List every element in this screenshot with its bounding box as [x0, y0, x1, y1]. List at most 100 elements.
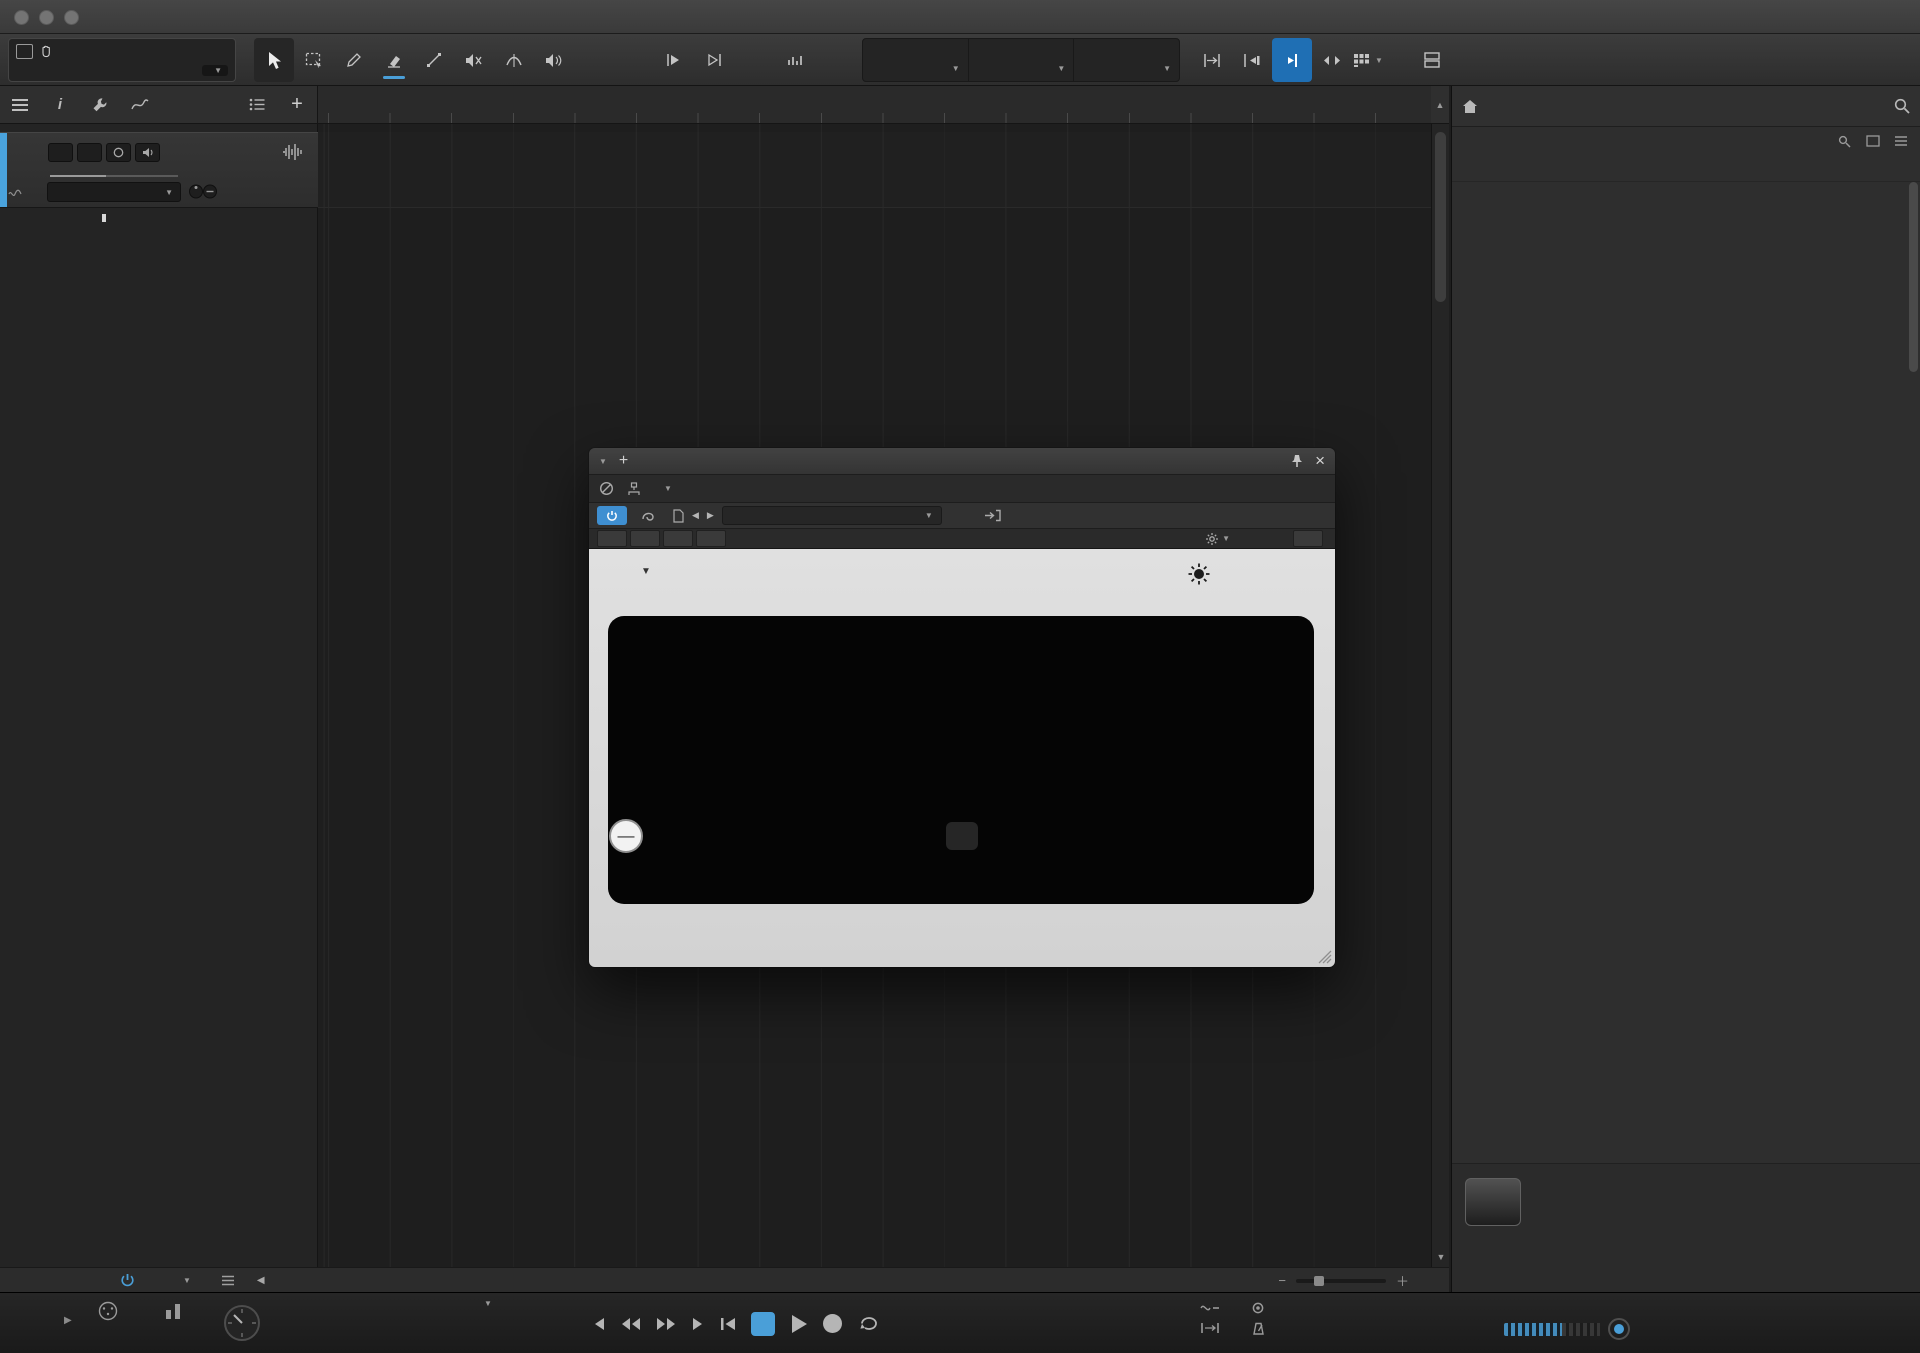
track-input-dropdown[interactable]: ▼ [47, 182, 181, 202]
track-mute-button[interactable] [48, 143, 73, 162]
main-time-display[interactable]: ▼ [398, 1297, 578, 1309]
plugin-slot-dropdown[interactable]: ▼ [654, 484, 672, 493]
fft-size-dropdown[interactable]: ▼ [615, 566, 651, 577]
transport-expand-icon[interactable]: ▶ [64, 1315, 72, 1326]
arrow-tool-button[interactable] [254, 38, 294, 82]
precount-icon[interactable] [1200, 1302, 1220, 1314]
midi-indicator[interactable] [82, 1301, 134, 1321]
snap-to-grid-button[interactable] [1192, 38, 1232, 82]
record-button[interactable] [823, 1314, 842, 1333]
snap-relative-button[interactable] [1232, 38, 1272, 82]
gear-icon[interactable] [1205, 532, 1219, 546]
add-track-button[interactable]: + [277, 93, 317, 116]
panel-view-icon[interactable] [1866, 135, 1880, 147]
spectral-display[interactable] [608, 616, 1314, 904]
scroll-down-icon[interactable]: ▼ [1432, 1247, 1450, 1267]
track-waveform-icon[interactable] [282, 143, 304, 161]
add-insert-icon[interactable]: + [619, 452, 628, 470]
play-button[interactable] [790, 1314, 808, 1334]
window-menu-icon[interactable]: ▼ [599, 457, 607, 466]
listen-tool-button[interactable] [534, 38, 574, 82]
footer-list-icon[interactable] [221, 1275, 235, 1286]
minimize-window-icon[interactable] [39, 10, 54, 25]
plugin-power-button[interactable] [597, 506, 627, 525]
plugin-window[interactable]: ▼ + × ▼ [589, 448, 1335, 967]
compare-button[interactable] [630, 530, 660, 547]
home-icon[interactable] [1462, 99, 1478, 114]
resize-handle-icon[interactable] [1318, 950, 1332, 964]
loop-locators[interactable] [958, 1300, 966, 1346]
search-icon[interactable] [1894, 98, 1910, 114]
close-icon[interactable]: × [1315, 451, 1325, 471]
return-to-start-button[interactable] [720, 1317, 736, 1331]
click-toggle[interactable] [1608, 1318, 1630, 1340]
macro-value-dropdown[interactable]: ▼ [202, 65, 228, 76]
vertical-scrollbar[interactable]: ▼ [1431, 124, 1449, 1267]
zoom-slider[interactable] [1296, 1279, 1386, 1283]
snap-dropdown[interactable]: ▼ [1074, 39, 1179, 81]
footer-back-icon[interactable]: ◀ [257, 1275, 265, 1286]
mode-selector[interactable] [946, 822, 978, 850]
close-window-icon[interactable] [14, 10, 29, 25]
preset-dropdown[interactable]: ▼ [722, 506, 942, 525]
scroll-up-icon[interactable]: ▲ [1431, 86, 1449, 124]
track-pan-knob[interactable] [188, 183, 218, 200]
autoscroll-button[interactable] [654, 38, 694, 82]
prev-preset-icon[interactable]: ◀ [692, 510, 699, 521]
bypass-icon[interactable] [599, 481, 614, 496]
zoom-button[interactable] [734, 38, 774, 82]
eraser-tool-button[interactable] [374, 38, 414, 82]
collapse-button[interactable]: — [609, 819, 643, 853]
timebase-dropdown[interactable]: ▼ [969, 39, 1075, 81]
loop-button[interactable] [857, 1315, 883, 1332]
track-header-1[interactable]: ▼ [0, 132, 318, 208]
xboard-button[interactable] [1293, 530, 1323, 547]
spectral-dots-canvas[interactable] [608, 616, 1314, 904]
metronome-icon[interactable] [1252, 1322, 1265, 1335]
range-tool-button[interactable] [294, 38, 334, 82]
zoom-in-button[interactable]: ＋ [1396, 1271, 1409, 1290]
record-mode-icon[interactable] [1252, 1302, 1264, 1314]
brightness-icon[interactable] [1187, 562, 1211, 586]
track-list-options-icon[interactable] [237, 98, 277, 111]
filter-icon[interactable] [1838, 135, 1852, 148]
macro-control-panel[interactable]: ▼ [8, 38, 236, 82]
time-signature[interactable] [1316, 1302, 1386, 1307]
track-monitor-button[interactable] [135, 143, 160, 162]
track-volume-slider[interactable] [50, 175, 178, 177]
copy-button[interactable] [663, 530, 693, 547]
zoom-window-icon[interactable] [64, 10, 79, 25]
preset-file-icon[interactable] [673, 509, 684, 523]
paste-button[interactable] [696, 530, 726, 547]
sync-toggle[interactable] [1118, 1302, 1168, 1307]
bend-tool-button[interactable] [494, 38, 534, 82]
lane-mode-dropdown[interactable]: ▼ [175, 1276, 191, 1285]
scrollbar-thumb[interactable] [1435, 132, 1446, 302]
follow-cursor-button[interactable] [694, 38, 734, 82]
automation-wave-icon[interactable] [8, 189, 22, 199]
track-solo-button[interactable] [77, 143, 102, 162]
track-list-menu-icon[interactable] [0, 96, 40, 114]
track-layout-dropdown[interactable]: ▼ [1342, 38, 1394, 82]
pencil-tool-button[interactable] [334, 38, 374, 82]
list-view-icon[interactable] [1894, 135, 1908, 147]
line-tool-button[interactable] [414, 38, 454, 82]
window-controls[interactable] [14, 10, 79, 25]
pin-icon[interactable] [1291, 454, 1303, 468]
performance-indicator[interactable] [148, 1301, 200, 1321]
track-record-arm-button[interactable] [106, 143, 131, 162]
automation-mode-button[interactable] [597, 530, 627, 547]
chevron-down-icon[interactable]: ▼ [1222, 534, 1230, 543]
snap-zero-crossing-button[interactable] [1272, 38, 1312, 82]
stop-button[interactable] [751, 1312, 775, 1336]
browser-scrollbar[interactable] [1909, 182, 1918, 722]
track-lane-1[interactable] [318, 132, 1431, 208]
tool-wrench-icon[interactable] [80, 97, 120, 113]
tempo-display[interactable] [1436, 1302, 1508, 1307]
compare-icon[interactable] [641, 509, 655, 522]
next-preset-icon[interactable]: ▶ [707, 510, 714, 521]
rewind-button[interactable] [621, 1317, 641, 1331]
zoom-out-button[interactable]: − [1278, 1273, 1286, 1288]
macro-tools-button[interactable] [774, 38, 814, 82]
automation-curve-icon[interactable] [120, 98, 160, 112]
